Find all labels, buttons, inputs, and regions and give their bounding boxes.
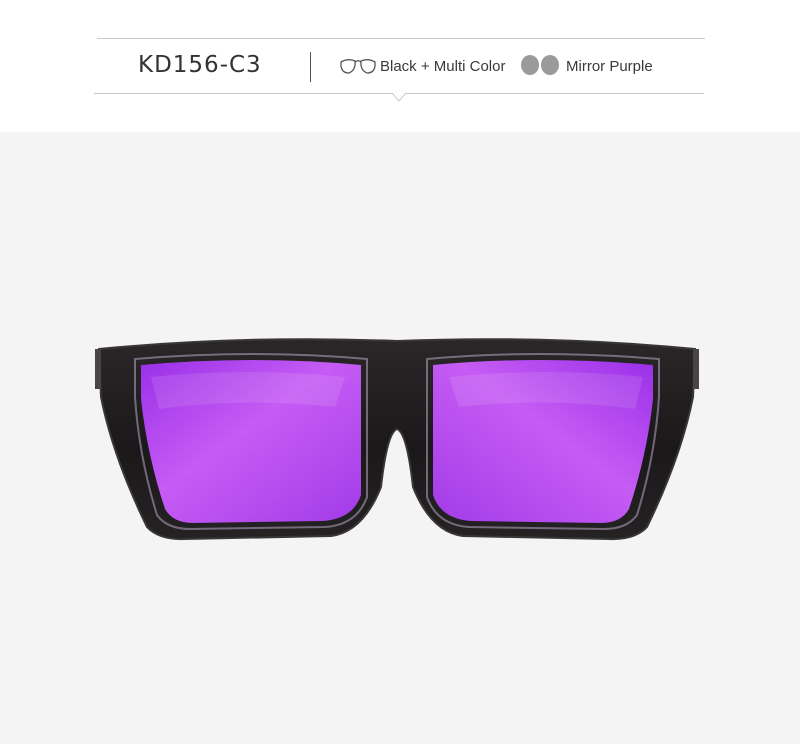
header-divider (310, 52, 311, 82)
sunglasses-image (95, 338, 699, 541)
lens-pair-icon (521, 55, 559, 75)
lens-color-label: Mirror Purple (566, 58, 653, 75)
header-top-rule (97, 38, 705, 39)
frame-color-label: Black + Multi Color (380, 58, 506, 75)
glasses-outline-icon (340, 59, 376, 74)
header-notch (392, 93, 406, 102)
model-code: KD156-C3 (138, 52, 262, 78)
product-header: KD156-C3 Black + Multi Color Mirror Purp… (0, 0, 800, 132)
